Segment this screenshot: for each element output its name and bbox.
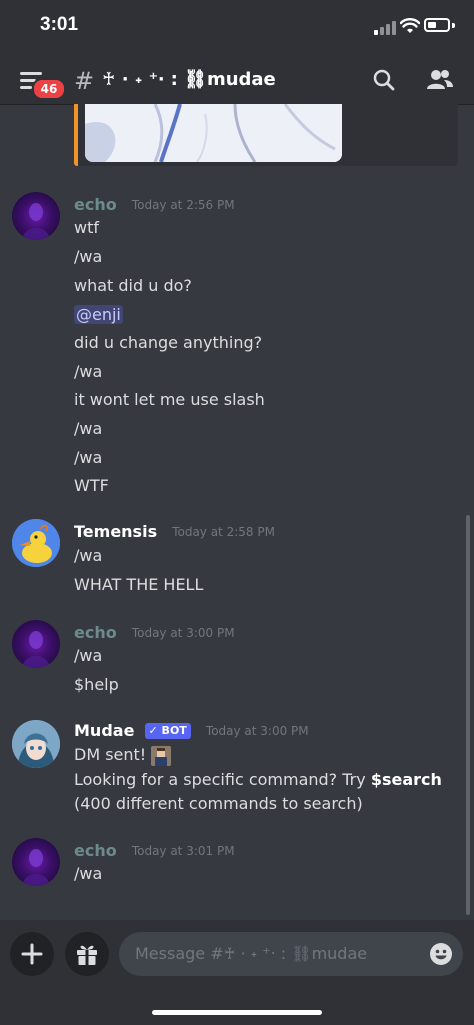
command-highlight: $search — [370, 770, 442, 789]
user-mention[interactable]: @enji — [74, 305, 123, 324]
author-name[interactable]: echo — [74, 623, 117, 642]
message-text: WTF — [74, 476, 109, 495]
avatar[interactable] — [12, 192, 60, 240]
message-text: /wa — [74, 864, 103, 883]
timestamp: Today at 3:00 PM — [205, 723, 309, 738]
channel-name[interactable]: ♰ · ˖ ⁺‧ : ⛓mudae — [102, 69, 276, 90]
channel-header: 46 # ♰ · ˖ ⁺‧ : ⛓mudae — [0, 56, 474, 105]
wifi-icon — [400, 18, 420, 33]
message-text: /wa — [74, 646, 103, 665]
timestamp: Today at 3:01 PM — [131, 843, 235, 858]
message-text: what did u do? — [74, 276, 192, 295]
message-text: DM sent! — [74, 745, 172, 766]
message-text: /wa — [74, 247, 103, 266]
message-text: $help — [74, 675, 119, 694]
message-text: /wa — [74, 419, 103, 438]
avatar[interactable] — [12, 838, 60, 886]
message-text: /wa — [74, 448, 103, 467]
message-text: (400 different commands to search) — [74, 794, 363, 813]
embed-image[interactable] — [85, 104, 342, 162]
members-icon[interactable] — [426, 68, 454, 92]
status-bar: 3:01 — [0, 0, 474, 56]
add-attachment-button[interactable] — [10, 932, 54, 976]
message-placeholder: Message #♰ · ˖ ⁺‧ : ⛓mudae — [135, 944, 368, 963]
message-text: wtf — [74, 218, 99, 237]
message-text: did u change anything? — [74, 333, 263, 352]
plus-icon — [21, 943, 43, 965]
message-text: /wa — [74, 362, 103, 381]
avatar[interactable] — [12, 519, 60, 567]
custom-emoji-icon[interactable] — [151, 745, 172, 766]
message-input[interactable]: Message #♰ · ˖ ⁺‧ : ⛓mudae — [119, 932, 463, 976]
signal-icon — [374, 21, 396, 35]
message-text: @enji — [74, 305, 123, 324]
emoji-icon[interactable] — [429, 942, 453, 966]
gift-icon — [77, 945, 97, 965]
message-text: WHAT THE HELL — [74, 575, 204, 594]
message-composer: Message #♰ · ˖ ⁺‧ : ⛓mudae — [0, 920, 474, 1025]
home-indicator[interactable] — [152, 1010, 322, 1015]
avatar[interactable] — [12, 720, 60, 768]
search-icon[interactable] — [372, 68, 396, 92]
timestamp: Today at 2:58 PM — [172, 524, 275, 539]
message-text: it wont let me use slash — [74, 390, 265, 409]
message-text: Looking for a specific command? Try $sea… — [74, 770, 442, 789]
message-text: /wa — [74, 546, 103, 565]
timestamp: Today at 3:00 PM — [131, 625, 235, 640]
scrollbar[interactable] — [466, 515, 470, 915]
notification-badge: 46 — [32, 78, 66, 100]
channel-hash-icon: # — [74, 67, 95, 95]
bot-tag: ✓ BOT — [144, 722, 191, 739]
author-name[interactable]: Temensis — [74, 522, 157, 541]
battery-icon — [424, 18, 450, 32]
author-name[interactable]: Mudae — [74, 721, 134, 740]
author-name[interactable]: echo — [74, 841, 117, 860]
gift-button[interactable] — [65, 932, 109, 976]
timestamp: Today at 2:56 PM — [131, 197, 235, 212]
status-time: 3:01 — [40, 14, 79, 35]
author-name[interactable]: echo — [74, 195, 117, 214]
avatar[interactable] — [12, 620, 60, 668]
